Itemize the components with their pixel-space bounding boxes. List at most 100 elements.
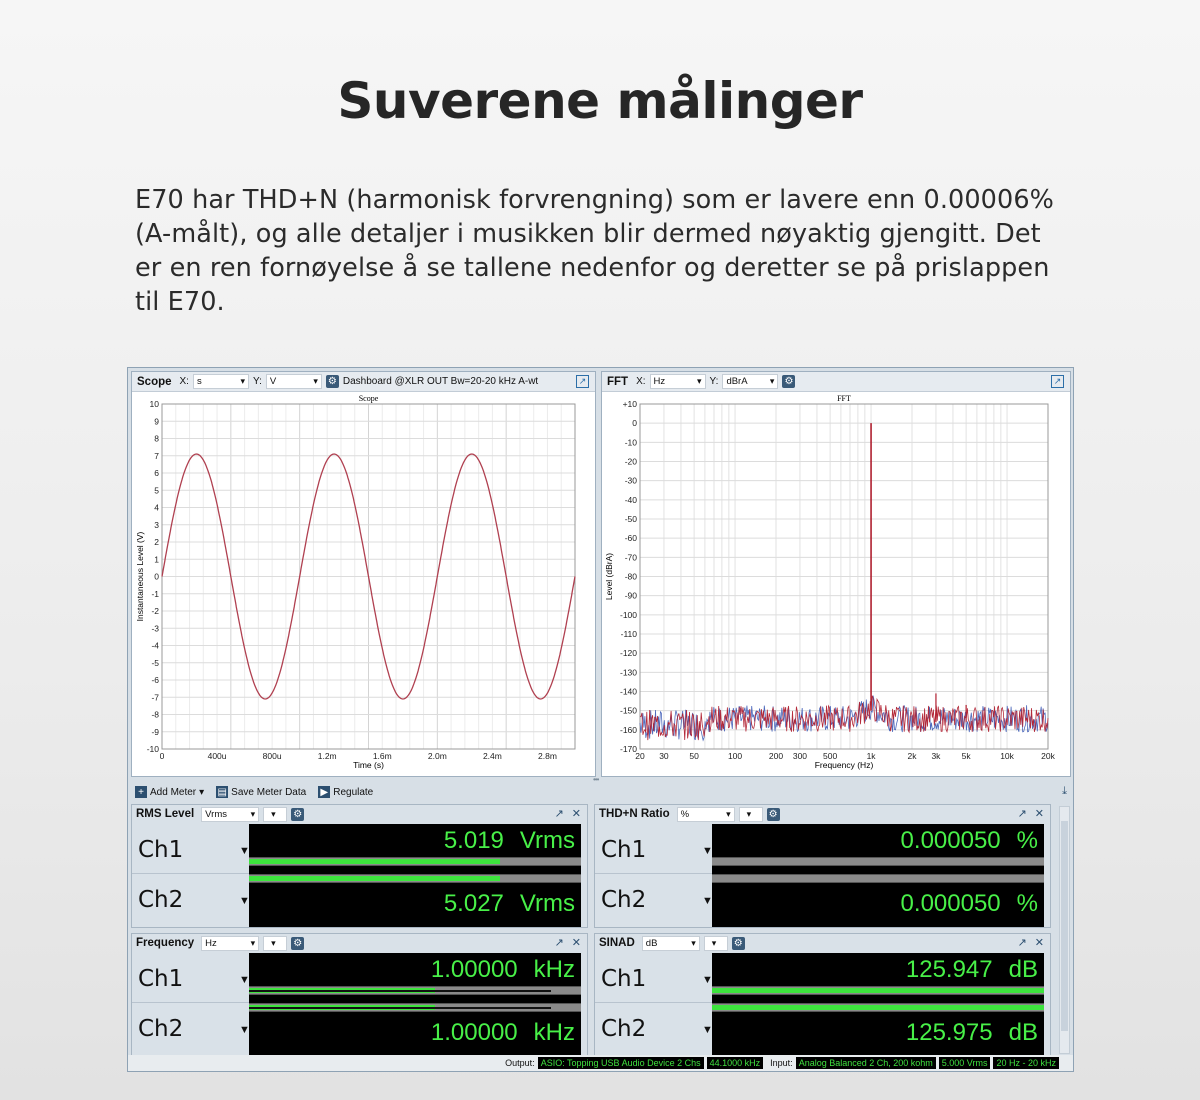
scope-x-unit-select[interactable]: s	[192, 374, 249, 389]
regulate-button[interactable]: ▶ Regulate	[318, 786, 373, 798]
popout-icon[interactable]: ↗	[1018, 936, 1027, 949]
y-tick-label: -3	[151, 623, 159, 633]
y-tick-label: -70	[625, 552, 638, 562]
gear-icon[interactable]: ⚙	[782, 375, 796, 388]
chart-title: FFT	[837, 394, 851, 403]
channel-label: Ch1	[138, 837, 184, 863]
y-tick-label: -140	[620, 687, 637, 697]
close-icon[interactable]: ✕	[572, 807, 581, 820]
channel-label: Ch2	[601, 887, 647, 913]
y-tick-label: -50	[625, 514, 638, 524]
gear-icon[interactable]: ⚙	[291, 936, 305, 950]
fft-toolbar: FFT X: Hz Y: dBrA ⚙	[602, 372, 1070, 392]
input-level[interactable]: 5.000 Vrms	[938, 1057, 991, 1069]
close-icon[interactable]: ✕	[1035, 807, 1044, 820]
gear-icon[interactable]: ⚙	[291, 807, 305, 821]
save-meter-data-button[interactable]: ▤ Save Meter Data	[216, 786, 306, 798]
gear-icon[interactable]: ⚙	[731, 936, 745, 950]
x-tick-label: 0	[160, 751, 165, 761]
popout-icon[interactable]: ↗	[555, 936, 564, 949]
y-tick-label: -5	[151, 658, 159, 668]
level-bar	[249, 1003, 581, 1012]
channel-label: Ch1	[138, 966, 184, 992]
fft-panel: FFT X: Hz Y: dBrA ⚙ ↗ FFT +10 0 -10 -20 -30 -4…	[601, 371, 1071, 777]
y-tick-label: -30	[625, 476, 638, 486]
play-icon: ▶	[318, 786, 331, 798]
output-label: Output:	[505, 1058, 535, 1068]
gear-icon[interactable]: ⚙	[325, 375, 339, 388]
scope-toolbar: Scope X: s Y: V ⚙ Dashboard @XLR OUT Bw=…	[132, 372, 595, 392]
level-bar	[712, 874, 1044, 883]
unit-select[interactable]: dB	[641, 935, 700, 951]
unit-select[interactable]: %	[676, 806, 735, 822]
level-bar	[712, 1003, 1044, 1012]
meter-title: RMS Level	[136, 808, 195, 820]
x-tick-label: 2.4m	[483, 751, 502, 761]
channel-label: Ch2	[601, 1016, 647, 1042]
popout-icon[interactable]: ↗	[1018, 807, 1027, 820]
unit-select[interactable]: Hz	[201, 935, 260, 951]
gear-icon[interactable]: ⚙	[766, 807, 780, 821]
popout-icon[interactable]: ↗	[555, 807, 564, 820]
x-tick-label: 200	[769, 751, 783, 761]
fft-title: FFT	[607, 375, 629, 388]
y-tick-label: 3	[154, 520, 159, 530]
meter-value: 0.000050%	[900, 827, 1038, 854]
x-tick-label: 20	[635, 751, 645, 761]
rms-level-meter: RMS Level Vrms ⚙ ↗✕ Ch1▼ Ch2▼ 5.019Vrms …	[131, 804, 588, 928]
scope-info: Dashboard @XLR OUT Bw=20-20 kHz A-wt	[342, 376, 539, 387]
meters-scrollbar[interactable]	[1059, 806, 1070, 1054]
dock-icon[interactable]: ⤓	[1062, 785, 1067, 798]
y-tick-label: 7	[154, 451, 159, 461]
x-tick-label: 30	[659, 751, 669, 761]
close-icon[interactable]: ✕	[572, 936, 581, 949]
output-rate[interactable]: 44.1000 kHz	[706, 1057, 764, 1069]
display-mode-select[interactable]	[263, 806, 288, 822]
y-tick-label: 2	[154, 537, 159, 547]
meter-toolbar: + Add Meter ▾ ▤ Save Meter Data ▶ Regulate	[131, 782, 1071, 802]
meter-value: 1.00000 kHz	[430, 956, 575, 983]
y-axis-label: Instantaneous Level (V)	[135, 531, 145, 621]
input-label: Input:	[770, 1058, 793, 1068]
input-bandwidth[interactable]: 20 Hz - 20 kHz	[993, 1057, 1059, 1069]
output-device[interactable]: ASIO: Topping USB Audio Device 2 Chs	[537, 1057, 704, 1069]
level-bar-fill	[249, 876, 500, 881]
y-tick-label: -9	[151, 727, 159, 737]
level-bar-fill	[712, 988, 1044, 993]
y-tick-label: 0	[154, 572, 159, 582]
input-device[interactable]: Analog Balanced 2 Ch, 200 kohm	[795, 1057, 936, 1069]
add-meter-button[interactable]: + Add Meter ▾	[135, 786, 204, 798]
close-icon[interactable]: ✕	[1035, 936, 1044, 949]
y-tick-label: -100	[620, 610, 637, 620]
y-tick-label: -8	[151, 710, 159, 720]
popout-icon[interactable]: ↗	[1051, 375, 1064, 388]
y-tick-label: -10	[147, 744, 160, 754]
display-mode-select[interactable]	[703, 935, 728, 951]
channel-label: Ch1	[601, 837, 647, 863]
popout-icon[interactable]: ↗	[576, 375, 589, 388]
unit-select[interactable]: Vrms	[201, 806, 260, 822]
y-tick-label: -80	[625, 572, 638, 582]
scope-y-label: Y:	[252, 376, 262, 387]
y-tick-label: 4	[154, 503, 159, 513]
x-tick-label: 400u	[208, 751, 227, 761]
fft-x-unit-select[interactable]: Hz	[649, 374, 706, 389]
y-tick-label: -10	[625, 437, 638, 447]
thdn-ratio-meter: THD+N Ratio % ⚙ ↗✕ Ch1▼ Ch2▼ 0.000050% 0…	[594, 804, 1051, 928]
frequency-meter: Frequency Hz ⚙ ↗✕ Ch1▼ Ch2▼ 1.00000kHz 1…	[131, 933, 588, 1057]
splitter-handle[interactable]: •••	[593, 775, 607, 784]
fft-chart: FFT +10 0 -10 -20 -30 -40 -50 -60 -70 -80 -90 -100 -1…	[604, 394, 1056, 770]
fft-y-unit-select[interactable]: dBrA	[722, 374, 779, 389]
meter-title: SINAD	[599, 937, 635, 949]
y-tick-label: -60	[625, 533, 638, 543]
x-tick-label: 1.2m	[318, 751, 337, 761]
display-mode-select[interactable]	[263, 935, 288, 951]
y-tick-label: 5	[154, 485, 159, 495]
y-tick-label: 6	[154, 468, 159, 478]
y-tick-label: +10	[623, 399, 638, 409]
level-bar	[249, 857, 581, 866]
display-mode-select[interactable]	[738, 806, 763, 822]
scope-y-unit-select[interactable]: V	[265, 374, 322, 389]
save-icon: ▤	[216, 786, 229, 798]
y-tick-label: 8	[154, 434, 159, 444]
